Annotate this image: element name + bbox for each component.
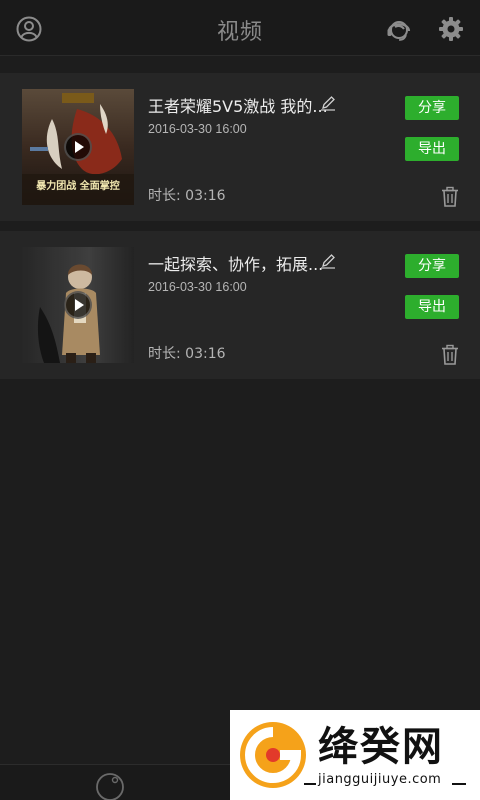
customer-service-icon[interactable]: [384, 14, 414, 44]
video-date: 2016-03-30 16:00: [148, 122, 247, 136]
trash-icon[interactable]: [440, 344, 460, 366]
export-button[interactable]: 导出: [405, 137, 459, 161]
video-title: 王者荣耀5V5激战 我的...: [148, 97, 328, 116]
thumbnail-caption: 暴力团战 全面掌控: [36, 181, 120, 192]
watermark-url: jiangguijiuye.com: [318, 772, 442, 787]
video-thumbnail[interactable]: [22, 247, 134, 363]
share-button[interactable]: 分享: [405, 254, 459, 278]
video-duration: 时长: 03:16: [148, 188, 226, 204]
share-button[interactable]: 分享: [405, 96, 459, 120]
edit-icon[interactable]: [320, 253, 336, 269]
video-thumbnail[interactable]: 暴力团战 全面掌控: [22, 89, 134, 205]
video-card[interactable]: 暴力团战 全面掌控 王者荣耀5V5激战 我的... 2016-03-30 16:…: [0, 73, 480, 221]
divider: [452, 783, 466, 785]
watermark-logo-icon: [240, 722, 306, 788]
top-bar: 视频: [0, 0, 480, 56]
edit-icon[interactable]: [320, 95, 336, 111]
video-date: 2016-03-30 16:00: [148, 280, 247, 294]
gear-icon[interactable]: [436, 14, 466, 44]
watermark-name: 绛癸网: [318, 724, 444, 770]
video-duration: 时长: 03:16: [148, 346, 226, 362]
site-watermark: 绛癸网 jiangguijiuye.com: [230, 710, 480, 800]
trash-icon[interactable]: [440, 186, 460, 208]
export-button[interactable]: 导出: [405, 295, 459, 319]
play-icon[interactable]: [64, 133, 92, 161]
record-icon[interactable]: [95, 771, 125, 800]
video-title: 一起探索、协作，拓展...: [148, 255, 324, 274]
divider: [304, 783, 316, 785]
play-icon[interactable]: [64, 291, 92, 319]
video-card[interactable]: 一起探索、协作，拓展... 2016-03-30 16:00 时长: 03:16…: [0, 231, 480, 379]
